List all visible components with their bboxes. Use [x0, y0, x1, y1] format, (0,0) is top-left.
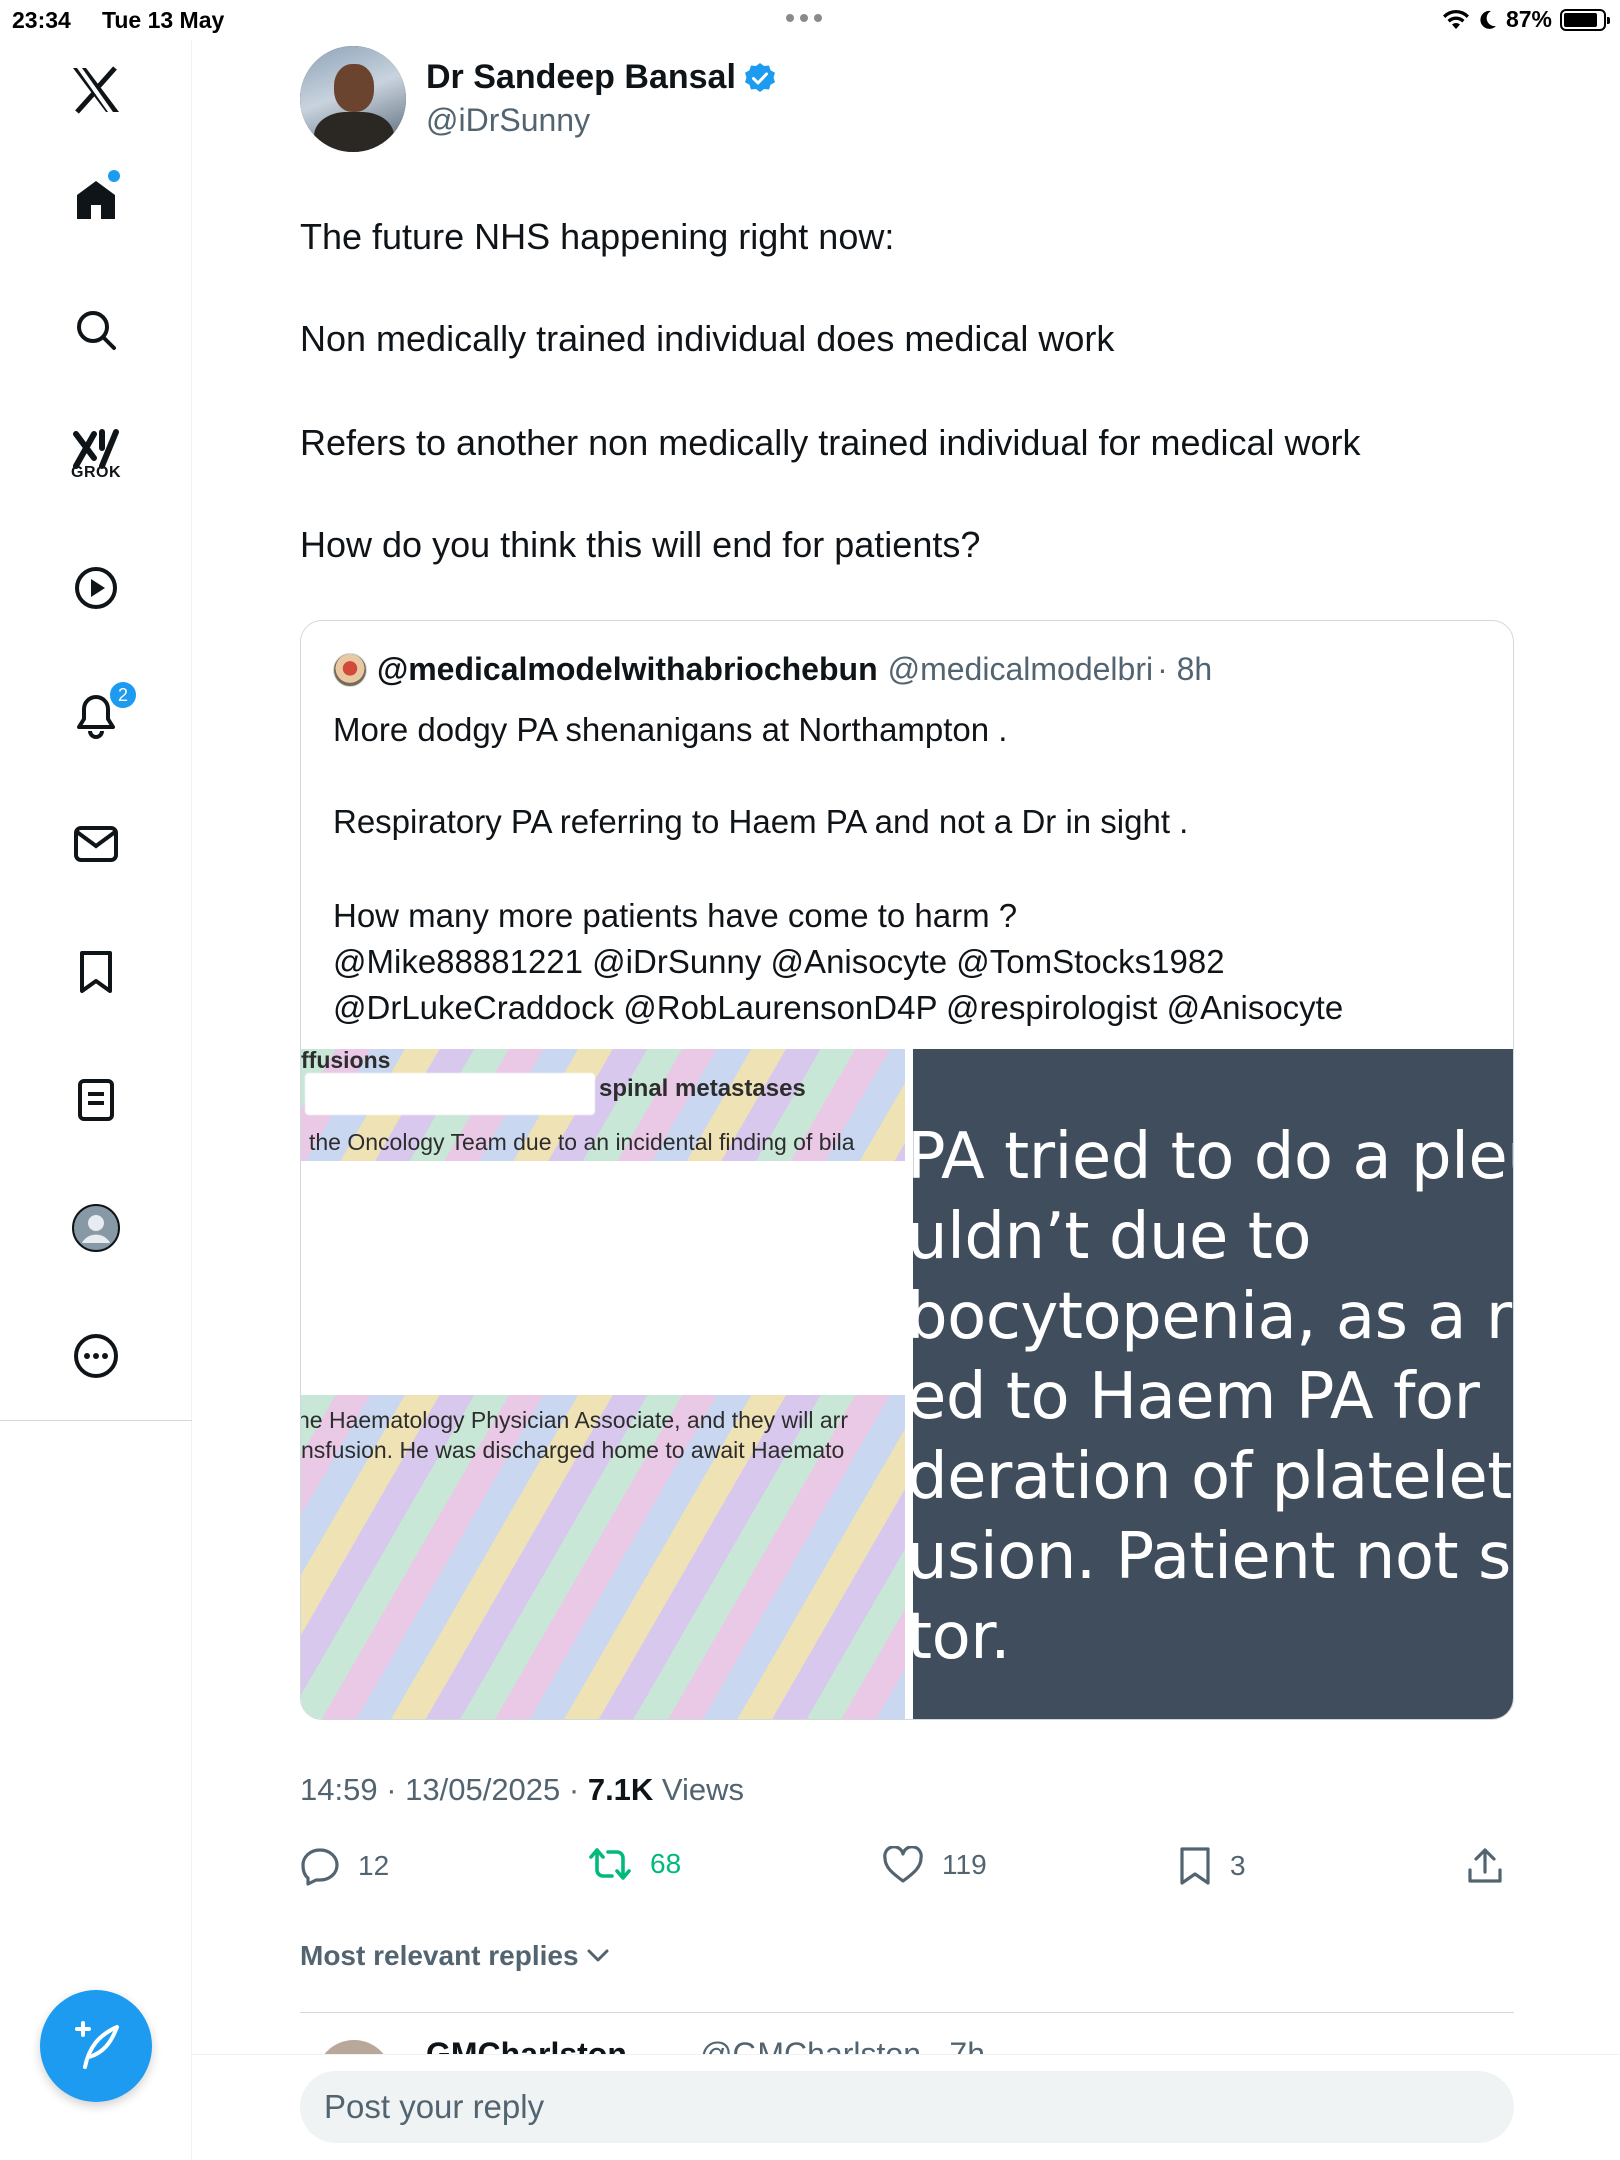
author-name-text: Dr Sandeep Bansal: [426, 58, 736, 96]
views-count: 7.1K: [587, 1772, 654, 1807]
quoted-media[interactable]: ffusions spinal metastases the Oncology …: [301, 1049, 1513, 1719]
image-text-line: usion. Patient not see: [913, 1520, 1513, 1594]
reply-author-handle[interactable]: @GMCharlston · 7h: [700, 2036, 985, 2054]
quoted-post-time: · 8h: [1157, 651, 1213, 687]
quoted-text-mentions: @DrLukeCraddock @RobLaurensonD4P @respir…: [333, 989, 1344, 1026]
repost-button[interactable]: 68: [588, 1846, 681, 1882]
home-unread-dot: [108, 170, 120, 182]
post-meta: 14:59 · 13/05/2025 · 7.1K Views: [300, 1772, 744, 1808]
reply-sort-dropdown[interactable]: Most relevant replies: [300, 1940, 609, 1972]
share-button[interactable]: [1466, 1846, 1504, 1886]
mail-icon[interactable]: [66, 814, 126, 874]
author-name[interactable]: Dr Sandeep Bansal: [426, 58, 776, 97]
compose-icon: [75, 2021, 119, 2069]
reply-author-name[interactable]: GMCharlston: [426, 2036, 627, 2054]
side-navigation: GROK 2: [0, 40, 192, 2160]
redaction: [305, 1073, 595, 1115]
status-time: 23:34: [12, 7, 71, 33]
scanned-letter-image[interactable]: ffusions spinal metastases the Oncology …: [301, 1049, 905, 1719]
x-logo-icon[interactable]: [66, 60, 126, 120]
post-actions: 12 68 119 3: [300, 1846, 1514, 1890]
home-icon[interactable]: [66, 170, 126, 230]
image-text-line: ed to Haem PA for: [913, 1360, 1480, 1434]
reply-count: 12: [358, 1850, 390, 1881]
reply-input[interactable]: [300, 2071, 1514, 2143]
quoted-text-line: How many more patients have come to harm…: [333, 897, 1018, 934]
author-handle[interactable]: @iDrSunny: [426, 102, 590, 139]
status-bar: 23:34 Tue 13 May 87%: [0, 0, 1620, 40]
bookmark-icon[interactable]: [66, 942, 126, 1002]
status-date: Tue 13 May: [102, 7, 225, 33]
play-icon[interactable]: [66, 558, 126, 618]
moon-icon: [1480, 10, 1496, 29]
quoted-author-avatar[interactable]: [333, 652, 367, 687]
scan-text: spinal metastases: [599, 1075, 806, 1102]
more-icon[interactable]: [66, 1326, 126, 1386]
reply-sort-label: Most relevant replies: [300, 1940, 579, 1971]
scan-text: he Haematology Physician Associate, and …: [301, 1407, 849, 1433]
views-label: Views: [653, 1772, 745, 1807]
tweet-text-line: Refers to another non medically trained …: [300, 422, 1361, 463]
bell-icon[interactable]: 2: [66, 680, 138, 746]
quoted-post-header: @medicalmodelwithabriochebun @medicalmod…: [333, 651, 1212, 688]
reply-preview[interactable]: GMCharlston @GMCharlston · 7h: [300, 2028, 1514, 2054]
search-icon[interactable]: [66, 300, 126, 360]
grok-label: GROK: [71, 464, 121, 481]
repost-count: 68: [650, 1848, 682, 1879]
notifications-badge: 2: [108, 680, 138, 710]
quoted-text-line: Respiratory PA referring to Haem PA and …: [333, 803, 1189, 840]
reply-icon: [301, 1848, 339, 1886]
battery-icon: [1560, 8, 1610, 31]
profile-icon[interactable]: [66, 1198, 126, 1258]
bookmark-button[interactable]: 3: [1178, 1846, 1246, 1886]
like-button[interactable]: 119: [882, 1846, 987, 1884]
like-count: 119: [942, 1849, 987, 1880]
grok-icon[interactable]: GROK: [66, 420, 126, 481]
quoted-post[interactable]: @medicalmodelwithabriochebun @medicalmod…: [300, 620, 1514, 1720]
chevron-down-icon: [587, 1949, 609, 1962]
text-screenshot-image[interactable]: PA tried to do a pleura uldn’t due to bo…: [913, 1049, 1513, 1719]
wifi-icon: [1442, 9, 1469, 29]
image-text-line: PA tried to do a pleura: [913, 1120, 1513, 1194]
replies-divider: [300, 2012, 1514, 2013]
compose-button[interactable]: [40, 1990, 152, 2102]
image-text-line: tor.: [913, 1600, 1011, 1674]
verified-badge-icon: [744, 62, 775, 92]
quoted-author-handle[interactable]: @medicalmodelbri: [888, 651, 1153, 688]
bookmark-icon: [1180, 1847, 1210, 1885]
scan-text: nsfusion. He was discharged home to awai…: [301, 1437, 845, 1463]
quoted-text-line: More dodgy PA shenanigans at Northampton…: [333, 711, 1008, 748]
nav-divider: [0, 1420, 192, 1421]
scan-text: ffusions: [301, 1049, 391, 1073]
author-avatar[interactable]: [300, 46, 406, 152]
heart-icon: [883, 1846, 923, 1883]
multitasking-dots-icon[interactable]: [786, 14, 822, 22]
bookmark-count: 3: [1230, 1850, 1246, 1881]
battery-percent: 87%: [1505, 6, 1552, 32]
repost-icon: [589, 1848, 631, 1880]
scan-strip-top: ffusions spinal metastases the Oncology …: [301, 1049, 905, 1161]
reply-button[interactable]: 12: [300, 1846, 389, 1886]
reply-composer-bar: [192, 2054, 1620, 2160]
tweet-text-line: Non medically trained individual does me…: [300, 318, 1115, 359]
image-text-line: bocytopenia, as a res: [913, 1280, 1513, 1354]
tweet-text-line: How do you think this will end for patie…: [300, 524, 981, 565]
post-timestamp[interactable]: 14:59 · 13/05/2025 ·: [300, 1772, 588, 1807]
reply-author-avatar[interactable]: [316, 2040, 392, 2054]
list-icon[interactable]: [66, 1070, 126, 1130]
tweet-text-line: The future NHS happening right now:: [300, 216, 895, 257]
scan-text: the Oncology Team due to an incidental f…: [309, 1129, 855, 1155]
quoted-author-name[interactable]: @medicalmodelwithabriochebun: [377, 651, 878, 688]
image-text-line: deration of platelet: [913, 1440, 1512, 1514]
quoted-text-mentions: @Mike88881221 @iDrSunny @Anisocyte @TomS…: [333, 943, 1225, 980]
image-text-line: uldn’t due to: [913, 1200, 1311, 1274]
share-icon: [1468, 1848, 1502, 1883]
scan-strip-bottom: he Haematology Physician Associate, and …: [301, 1395, 905, 1719]
